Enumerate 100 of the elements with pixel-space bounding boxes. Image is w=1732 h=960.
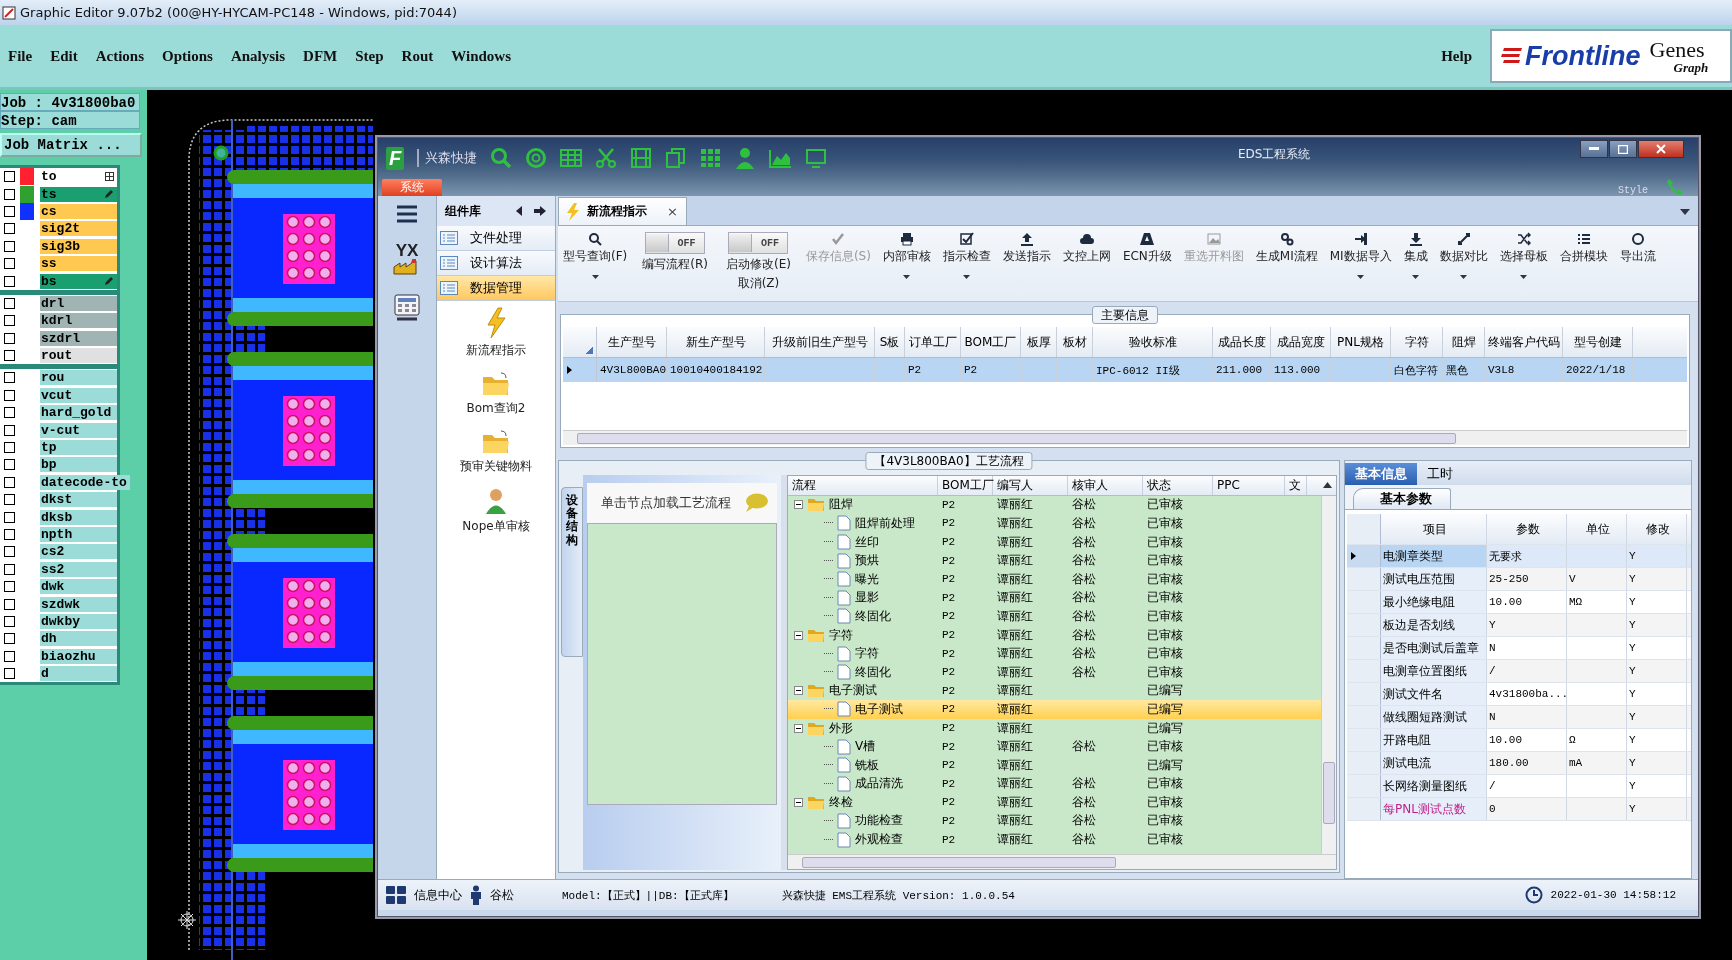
tree-row[interactable]: 电子测试 P2 谭丽红 已编写 — [788, 700, 1321, 719]
table-row[interactable]: 开路电阻 10.00 Ω Y — [1347, 729, 1691, 752]
layer-checkbox[interactable] — [4, 171, 15, 183]
column-header[interactable]: PPC — [1213, 476, 1285, 495]
layer-name[interactable]: dkst — [40, 492, 117, 508]
tree-row[interactable]: 终检 P2 谭丽红 谷松 已审核 — [788, 793, 1321, 812]
toolbar-button[interactable]: 文控上网 — [1057, 232, 1116, 265]
column-header[interactable]: 编写人 — [993, 476, 1068, 495]
column-header[interactable]: 参数 — [1487, 514, 1567, 544]
tool-label[interactable]: 预审关键物料 — [460, 458, 532, 475]
tree-row[interactable]: 阻焊 P2 谭丽红 谷松 已审核 — [788, 495, 1321, 515]
person-icon[interactable] — [484, 487, 508, 515]
tree-row[interactable]: 功能检查 P2 谭丽红 谷松 已审核 — [788, 811, 1321, 831]
sub-tab[interactable]: 基本参数 — [1353, 488, 1451, 509]
factory-logo[interactable]: YX — [393, 242, 421, 275]
layer-checkbox[interactable] — [4, 223, 15, 235]
pin-icon[interactable] — [533, 205, 547, 217]
layer-name[interactable]: v-cut — [40, 422, 117, 438]
tree-row[interactable]: 阻焊前处理 P2 谭丽红 谷松 已审核 — [788, 514, 1321, 533]
column-header[interactable]: 终端客户代码 — [1485, 327, 1563, 357]
column-header[interactable]: PNL规格 — [1331, 327, 1391, 357]
tool-label[interactable]: 新流程指示 — [466, 342, 526, 359]
layer-checkbox[interactable] — [4, 459, 15, 471]
menu-item[interactable]: Actions — [95, 47, 144, 65]
category-item[interactable]: 文件处理 — [437, 226, 555, 251]
table-row[interactable]: 做线圈短路测试 N Y — [1347, 706, 1691, 729]
tree-row[interactable]: 显影 P2 谭丽红 谷松 已审核 — [788, 588, 1321, 608]
layer-name[interactable]: dwk — [40, 579, 117, 595]
layer-name[interactable]: dh — [40, 631, 117, 647]
layer-name[interactable]: szdrl — [40, 330, 117, 346]
layer-checkbox[interactable] — [4, 389, 15, 401]
layer-name[interactable]: kdrl — [40, 313, 117, 329]
toolbar-button[interactable]: 集成 — [1398, 232, 1433, 279]
layer-name[interactable]: ss2 — [40, 561, 117, 577]
toolbar-button[interactable]: MI数据导入 — [1324, 232, 1397, 279]
tree-row[interactable]: 预烘 P2 谭丽红 谷松 已审核 — [788, 551, 1321, 570]
layer-checkbox[interactable] — [4, 668, 15, 680]
panel-tab[interactable]: 工时 — [1417, 463, 1463, 485]
collapse-toggle-icon[interactable] — [794, 500, 803, 510]
layer-name[interactable]: ts — [40, 186, 117, 202]
layer-name[interactable]: biaozhu — [40, 648, 117, 664]
category-item[interactable]: 设计算法 — [437, 251, 555, 276]
toolbar-button[interactable]: 生成MI流程 — [1250, 232, 1323, 265]
table-row[interactable]: 电测章位置图纸 / Y — [1347, 660, 1691, 683]
column-header[interactable]: 生产型号 — [597, 327, 667, 357]
layer-checkbox[interactable] — [4, 258, 15, 270]
layer-name[interactable]: datecode-to — [40, 474, 130, 490]
layer-name[interactable]: sig3b — [40, 238, 117, 254]
tool-label[interactable]: Nope单审核 — [462, 518, 530, 535]
layer-name[interactable]: dwkby — [40, 613, 117, 629]
scissors-icon[interactable] — [595, 147, 617, 169]
layer-checkbox[interactable] — [4, 563, 15, 575]
layer-name[interactable]: npth — [40, 527, 117, 542]
menu-icon[interactable] — [395, 204, 419, 224]
layer-name[interactable]: bp — [40, 457, 117, 473]
tool-label[interactable]: Bom查询2 — [466, 400, 526, 417]
menu-item[interactable]: Options — [162, 47, 213, 65]
tree-row[interactable]: 外形 P2 谭丽红 已编写 — [788, 718, 1321, 738]
horizontal-scrollbar[interactable] — [563, 430, 1687, 445]
layer-checkbox[interactable] — [4, 598, 15, 610]
monitor-icon[interactable] — [805, 148, 827, 168]
column-header[interactable]: BOM工厂 — [961, 327, 1021, 357]
windows-grid-icon[interactable] — [386, 886, 406, 904]
tree-row[interactable]: 曝光 P2 谭丽红 谷松 已审核 — [788, 569, 1321, 589]
corner-cell[interactable] — [1347, 514, 1381, 544]
tree-row[interactable]: 字符 P2 谭丽红 谷松 已审核 — [788, 644, 1321, 663]
menu-item[interactable]: Windows — [451, 47, 511, 65]
toolbar-button[interactable]: 型号查询(F) — [558, 232, 633, 279]
lightning-icon[interactable] — [485, 307, 507, 339]
job-matrix-button[interactable]: Job Matrix ... — [0, 133, 142, 157]
tree-row[interactable]: V槽 P2 谭丽红 谷松 已审核 — [788, 737, 1321, 756]
toolbar-button[interactable]: 导出流 — [1614, 232, 1661, 265]
column-header[interactable]: 升级前旧生产型号 — [765, 327, 875, 357]
layer-name[interactable]: ss — [40, 256, 117, 272]
chart-icon[interactable] — [768, 148, 792, 168]
column-header[interactable]: 项目 — [1381, 514, 1487, 544]
collapse-toggle-icon[interactable] — [794, 797, 803, 807]
tree-row[interactable]: 字符 P2 谭丽红 谷松 已审核 — [788, 625, 1321, 645]
layer-checkbox[interactable] — [4, 529, 15, 540]
column-header[interactable]: 字符 — [1391, 327, 1443, 357]
table-row[interactable]: 最小绝缘电阻 10.00 MΩ Y — [1347, 591, 1691, 614]
layer-checkbox[interactable] — [4, 297, 15, 309]
layer-checkbox[interactable] — [4, 350, 15, 362]
layer-name[interactable]: cs2 — [40, 544, 117, 560]
menu-item[interactable]: Rout — [401, 47, 434, 65]
menu-item[interactable]: Analysis — [230, 47, 286, 65]
layer-checkbox[interactable] — [4, 442, 15, 454]
toolbar-button[interactable]: 发送指示 — [997, 232, 1056, 265]
document-tab[interactable]: 新流程指示 × — [558, 197, 687, 225]
layer-checkbox[interactable] — [4, 275, 15, 287]
column-header[interactable]: 成品长度 — [1213, 327, 1271, 357]
layer-checkbox[interactable] — [4, 511, 15, 523]
column-header[interactable]: 阻焊 — [1443, 327, 1485, 357]
menu-item[interactable]: Edit — [50, 47, 78, 65]
toggle-switch[interactable]: OFF 编写流程(R) — [634, 232, 716, 273]
layer-name[interactable]: bs — [40, 273, 117, 289]
table-row[interactable]: 板边是否划线 Y Y — [1347, 614, 1691, 637]
toolbar-button[interactable]: 数据对比 — [1434, 232, 1493, 279]
layer-checkbox[interactable] — [4, 372, 15, 384]
tree-row[interactable]: 终固化 P2 谭丽红 谷松 已审核 — [788, 662, 1321, 682]
